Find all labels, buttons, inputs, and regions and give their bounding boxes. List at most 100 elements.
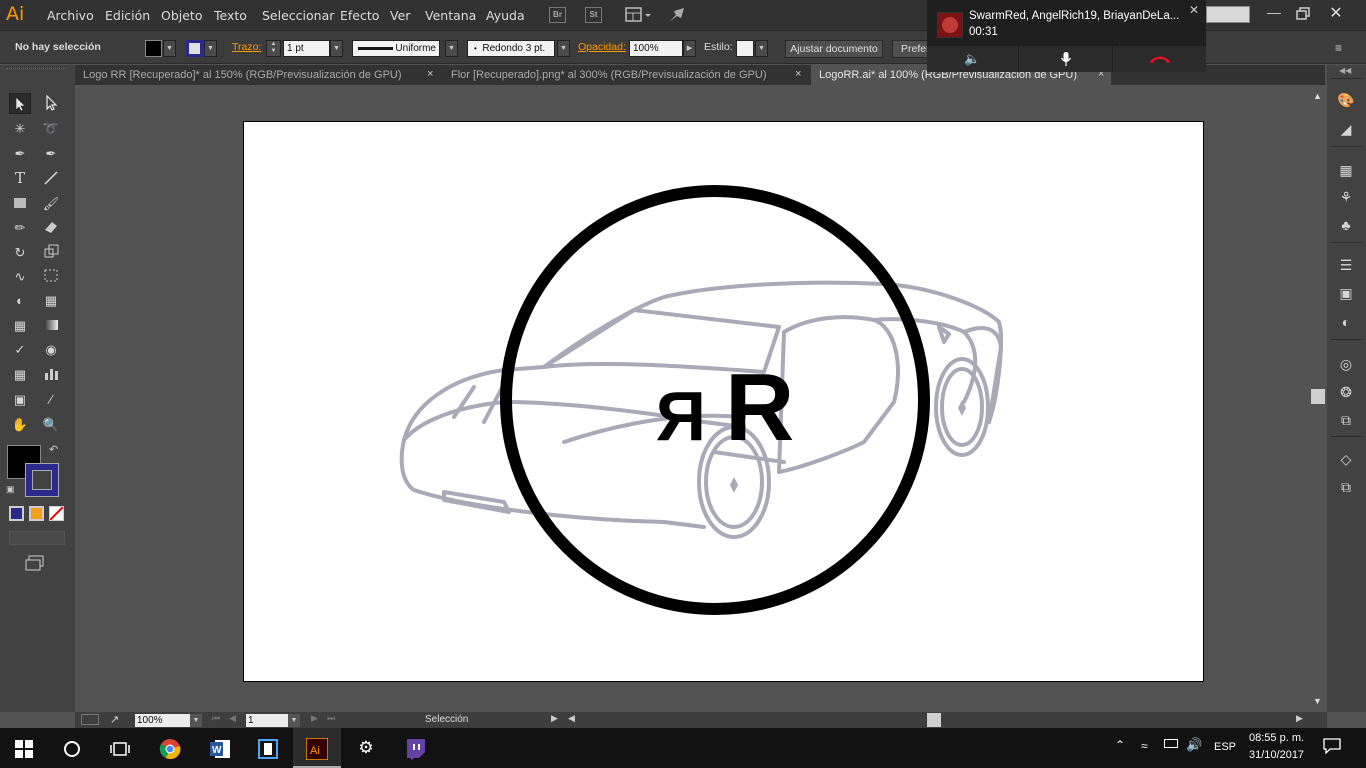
artboards-panel-icon[interactable]: ⧉ — [1336, 477, 1356, 497]
pencil-tool-icon[interactable]: ✏ — [9, 217, 31, 238]
fill-color-swatch[interactable] — [145, 40, 162, 57]
last-artboard-icon[interactable]: ⏭ — [327, 713, 335, 724]
close-window-icon[interactable]: ✕ — [1326, 3, 1346, 23]
scroll-up-icon[interactable]: ▲ — [1313, 91, 1322, 101]
direct-selection-tool-icon[interactable] — [40, 93, 62, 114]
stroke-profile-select[interactable]: Uniforme — [352, 40, 440, 57]
tab-close-icon[interactable]: × — [427, 68, 433, 80]
menu-ventana[interactable]: Ventana — [425, 8, 476, 23]
none-mode-icon[interactable] — [49, 506, 64, 521]
call-close-icon[interactable]: ✕ — [1189, 3, 1199, 17]
menu-archivo[interactable]: Archivo — [47, 8, 94, 23]
tab-logo-rr[interactable]: Logo RR [Recuperado]* al 150% (RGB/Previ… — [75, 65, 439, 85]
gpu-status-icon[interactable] — [81, 714, 99, 725]
gpu-performance-icon[interactable] — [666, 5, 688, 25]
gradient-tool-icon[interactable] — [40, 315, 62, 336]
illustrator-taskbar-icon[interactable]: Ai — [293, 728, 341, 768]
status-menu-arrow-icon[interactable]: ▶ — [551, 713, 558, 724]
fill-dropdown[interactable]: ▼ — [163, 40, 176, 57]
battery-icon[interactable] — [1164, 739, 1178, 748]
swatches-panel-icon[interactable]: ▦ — [1336, 160, 1356, 180]
tab-flor[interactable]: Flor [Recuperado].png* al 300% (RGB/Prev… — [443, 65, 807, 85]
restore-icon[interactable] — [1292, 5, 1312, 25]
task-view-icon[interactable] — [96, 728, 144, 768]
stroke-profile-dropdown[interactable]: ▼ — [445, 40, 458, 57]
hand-tool-icon[interactable]: ✋ — [9, 414, 31, 435]
speaker-icon[interactable]: 🔈 — [927, 46, 1018, 72]
vertical-scroll-thumb[interactable] — [1311, 389, 1325, 404]
panel-grip[interactable] — [6, 68, 66, 72]
search-help-field[interactable] — [1206, 6, 1250, 23]
panel-menu-icon[interactable]: ≡ — [1335, 41, 1342, 55]
artboard-tool-icon[interactable]: ▣ — [9, 389, 31, 410]
screen-mode-icon[interactable] — [24, 554, 46, 572]
scroll-down-icon[interactable]: ▼ — [1313, 696, 1322, 706]
column-graph-tool-icon[interactable] — [40, 364, 62, 385]
opacity-input[interactable]: 100% — [629, 40, 683, 57]
collapse-panels-icon[interactable]: ◀◀ — [1339, 66, 1351, 75]
stroke-weight-dropdown[interactable]: ▼ — [330, 40, 343, 57]
layers-panel-icon[interactable]: ◇ — [1336, 449, 1356, 469]
stroke-panel-icon[interactable]: ☰ — [1336, 255, 1356, 275]
input-language[interactable]: ESP — [1214, 741, 1236, 753]
appearance-panel-icon[interactable]: ◎ — [1336, 354, 1356, 374]
selection-tool-icon[interactable] — [9, 93, 31, 114]
zoom-dropdown[interactable]: ▼ — [190, 714, 202, 727]
mesh-tool-icon[interactable]: ▦ — [9, 315, 31, 336]
menu-efecto[interactable]: Efecto — [340, 8, 379, 23]
gradient-mode-icon[interactable] — [29, 506, 44, 521]
brushes-panel-icon[interactable]: ⚘ — [1336, 187, 1356, 207]
first-artboard-icon[interactable]: ⏮ — [212, 713, 220, 724]
slice-tool-icon[interactable]: ∕ — [40, 389, 62, 410]
eyedropper-tool-icon[interactable]: ✓ — [9, 339, 31, 360]
horizontal-scroll-thumb[interactable] — [927, 713, 941, 727]
vertical-scrollbar[interactable]: ▲ ▼ — [1309, 85, 1327, 712]
fit-document-button[interactable]: Ajustar documento — [785, 40, 883, 58]
line-segment-tool-icon[interactable] — [40, 168, 62, 189]
stock-button[interactable]: St — [585, 7, 602, 23]
action-center-icon[interactable] — [1323, 738, 1341, 755]
clock-time[interactable]: 08:55 p. m. — [1249, 732, 1304, 744]
graphic-styles-icon[interactable]: ❂ — [1336, 382, 1356, 402]
curvature-tool-icon[interactable]: ✒ — [40, 143, 62, 164]
chrome-icon[interactable] — [146, 728, 194, 768]
word-icon[interactable]: W — [196, 728, 244, 768]
asset-export-icon[interactable]: ⧉ — [1336, 410, 1356, 430]
shape-builder-tool-icon[interactable]: ◐ — [9, 290, 31, 311]
transparency-panel-icon[interactable]: ◐ — [1336, 312, 1356, 332]
arrange-documents-icon[interactable] — [624, 6, 654, 24]
share-icon[interactable]: ↗ — [110, 713, 119, 726]
graphic-style-dropdown[interactable]: ▼ — [755, 40, 768, 57]
graphic-style-swatch[interactable] — [736, 40, 754, 57]
menu-ver[interactable]: Ver — [390, 8, 410, 23]
microphone-icon[interactable] — [1019, 46, 1112, 72]
minimize-icon[interactable]: — — [1264, 4, 1284, 24]
paintbrush-tool-icon[interactable]: 🖌 — [40, 193, 62, 214]
stroke-color-swatch[interactable] — [186, 40, 203, 57]
artboard-number-field[interactable]: 1 — [246, 714, 288, 727]
magic-wand-tool-icon[interactable]: ✳ — [9, 118, 31, 139]
network-icon[interactable]: ≈ — [1141, 739, 1148, 753]
lasso-tool-icon[interactable]: ➰ — [40, 118, 62, 139]
stroke-dropdown[interactable]: ▼ — [204, 40, 217, 57]
menu-ayuda[interactable]: Ayuda — [486, 8, 525, 23]
width-tool-icon[interactable]: ∿ — [9, 266, 31, 287]
artboard-dropdown[interactable]: ▼ — [288, 714, 300, 727]
menu-edicion[interactable]: Edición — [105, 8, 150, 23]
twitch-icon[interactable] — [391, 728, 439, 768]
rotate-tool-icon[interactable]: ↻ — [9, 242, 31, 263]
menu-texto[interactable]: Texto — [214, 8, 247, 23]
scale-tool-icon[interactable] — [40, 242, 62, 263]
scroll-right-icon[interactable]: ▶ — [1296, 713, 1303, 724]
tab-close-icon[interactable]: × — [795, 68, 801, 80]
brush-select[interactable]: • Redondo 3 pt. — [467, 40, 555, 57]
preferences-button[interactable]: Prefer — [892, 40, 932, 58]
artboard[interactable]: R R — [243, 121, 1204, 682]
next-artboard-icon[interactable]: ▶ — [311, 713, 318, 724]
stroke-weight-stepper[interactable]: ▲ ▼ — [266, 40, 281, 57]
scroll-left-icon[interactable]: ◀ — [568, 713, 575, 724]
perspective-grid-tool-icon[interactable]: ▦ — [40, 290, 62, 311]
color-guide-icon[interactable]: ◢ — [1336, 119, 1356, 139]
tray-overflow-icon[interactable]: ⌃ — [1115, 738, 1125, 752]
swap-fill-stroke-icon[interactable]: ↶ — [49, 443, 58, 456]
